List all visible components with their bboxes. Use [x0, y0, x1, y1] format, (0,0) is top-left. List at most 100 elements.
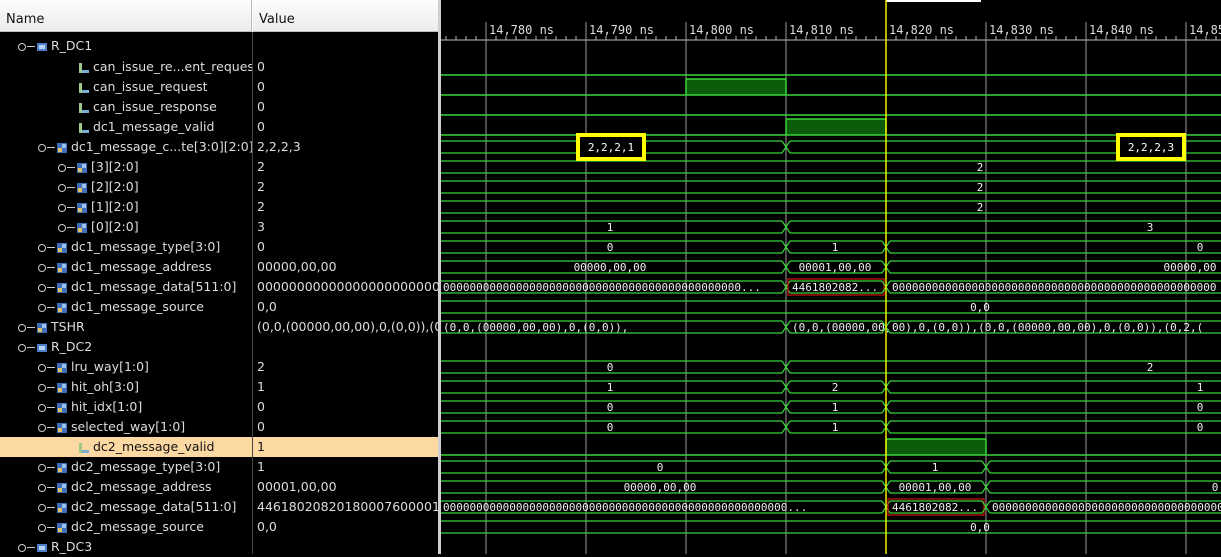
bus-signal-icon	[56, 517, 71, 537]
tree-connector	[27, 46, 35, 47]
signal-row[interactable]: TSHR	[18, 317, 85, 337]
signal-name: R_DC3	[51, 539, 93, 554]
expand-toggle-icon[interactable]	[58, 223, 66, 232]
tree-connector	[47, 287, 55, 288]
signal-row[interactable]: selected_way[1:0]	[38, 417, 185, 437]
tree-connector	[47, 367, 55, 368]
signal-value: 0	[257, 99, 265, 114]
signal-row[interactable]: dc1_message_source	[38, 297, 204, 317]
bit-signal-icon	[78, 117, 93, 137]
bus-value-label: (0,0,(00000,00,	[792, 321, 891, 334]
signal-row[interactable]: dc1_message_c...te[3:0][2:0]	[38, 137, 254, 157]
bit-signal-icon	[78, 437, 93, 457]
signal-value: 2	[257, 199, 265, 214]
bus-value-label: 0,0	[970, 521, 990, 534]
expand-toggle-icon[interactable]	[38, 423, 46, 432]
bit-high-fill	[886, 439, 986, 455]
bit-high-fill	[786, 119, 886, 135]
tree-connector	[47, 467, 55, 468]
time-tick-label: 14,780 ns	[489, 23, 554, 37]
signal-row[interactable]: hit_idx[1:0]	[38, 397, 142, 417]
expand-toggle-icon[interactable]	[58, 163, 66, 172]
tree-connector	[27, 347, 35, 348]
expand-toggle-icon[interactable]	[38, 143, 46, 152]
signal-row[interactable]: dc2_message_type[3:0]	[38, 457, 220, 477]
expand-toggle-icon[interactable]	[38, 243, 46, 252]
signal-row[interactable]: hit_oh[3:0]	[38, 377, 139, 397]
signal-value: 00000000000000000000000000000000	[257, 279, 438, 294]
tree-connector	[47, 407, 55, 408]
expand-toggle-icon[interactable]	[38, 363, 46, 372]
signal-row[interactable]: can_issue_response	[78, 97, 217, 117]
tree-connector	[27, 547, 35, 548]
value-column-header[interactable]: Value	[253, 0, 438, 32]
bus-value-label: 0	[607, 421, 614, 434]
expand-toggle-icon[interactable]	[18, 42, 26, 51]
tree-connector	[67, 227, 75, 228]
signal-name: [3][2:0]	[91, 159, 139, 174]
expand-toggle-icon[interactable]	[18, 543, 26, 552]
expand-toggle-icon[interactable]	[18, 323, 26, 332]
signal-name: dc1_message_address	[71, 259, 212, 274]
bus-value-label: 1	[832, 241, 839, 254]
signal-row[interactable]: [1][2:0]	[58, 197, 139, 217]
bit-signal-icon	[78, 97, 93, 117]
bus-signal-icon	[76, 217, 91, 237]
expand-toggle-icon[interactable]	[38, 483, 46, 492]
signal-row[interactable]: dc1_message_type[3:0]	[38, 237, 220, 257]
signal-row[interactable]: lru_way[1:0]	[38, 357, 149, 377]
expand-toggle-icon[interactable]	[38, 283, 46, 292]
time-tick-label: 14,790 ns	[589, 23, 654, 37]
expand-toggle-icon[interactable]	[58, 183, 66, 192]
bus-signal-icon	[56, 237, 71, 257]
group-icon	[36, 337, 51, 357]
bus-value-label: 0	[1212, 481, 1219, 494]
signal-row[interactable]: R_DC1	[18, 36, 92, 56]
bus-signal-icon	[56, 377, 71, 397]
signal-row[interactable]: can_issue_re...ent_request	[78, 57, 259, 77]
name-column-header[interactable]: Name	[0, 0, 252, 32]
signal-row[interactable]: [0][2:0]	[58, 217, 139, 237]
expand-toggle-icon[interactable]	[38, 503, 46, 512]
tree-connector	[47, 527, 55, 528]
signal-row[interactable]: dc2_message_address	[38, 477, 212, 497]
signal-row[interactable]: dc2_message_valid	[0, 437, 252, 457]
bus-signal-icon	[76, 177, 91, 197]
tree-connector	[47, 267, 55, 268]
bus-value-label: 3	[1147, 221, 1154, 234]
signal-row[interactable]: dc2_message_source	[38, 517, 204, 537]
expand-toggle-icon[interactable]	[58, 203, 66, 212]
signal-row[interactable]: dc1_message_address	[38, 257, 212, 277]
bus-value-label: 0	[1197, 421, 1204, 434]
signal-row[interactable]: dc2_message_data[511:0]	[38, 497, 236, 517]
tree-connector	[27, 327, 35, 328]
signal-row[interactable]: [2][2:0]	[58, 177, 139, 197]
bus-value-label: 2	[977, 181, 984, 194]
bus-signal-icon	[56, 417, 71, 437]
signal-row[interactable]: R_DC3	[18, 537, 92, 557]
expand-toggle-icon[interactable]	[38, 263, 46, 272]
signal-row[interactable]: R_DC2	[18, 337, 92, 357]
signal-name: hit_idx[1:0]	[71, 399, 143, 414]
highlight-label: 2,2,2,3	[1128, 141, 1174, 154]
signal-value: 0	[257, 79, 265, 94]
expand-toggle-icon[interactable]	[38, 303, 46, 312]
bus-value-label: 1	[607, 221, 614, 234]
signal-row[interactable]: dc1_message_valid	[78, 117, 214, 137]
expand-toggle-icon[interactable]	[38, 463, 46, 472]
signal-row[interactable]: can_issue_request	[78, 77, 208, 97]
signal-value: 44618020820180007600001	[257, 499, 438, 514]
signal-value: 1	[257, 379, 265, 394]
signal-row[interactable]: [3][2:0]	[58, 157, 139, 177]
signal-row[interactable]: dc1_message_data[511:0]	[38, 277, 236, 297]
expand-toggle-icon[interactable]	[18, 343, 26, 352]
bus-signal-icon	[36, 317, 51, 337]
expand-toggle-icon[interactable]	[38, 523, 46, 532]
signal-name: TSHR	[51, 319, 85, 334]
bus-value-label: 1	[832, 421, 839, 434]
expand-toggle-icon[interactable]	[38, 383, 46, 392]
expand-toggle-icon[interactable]	[38, 403, 46, 412]
bus-value-label: 0	[1197, 241, 1204, 254]
waveform-canvas[interactable]: 14,780 ns 14,790 ns 14,800 ns 14,810 ns 14,8…	[441, 0, 1221, 554]
signal-name: dc1_message_c...te[3:0][2:0]	[71, 139, 254, 154]
